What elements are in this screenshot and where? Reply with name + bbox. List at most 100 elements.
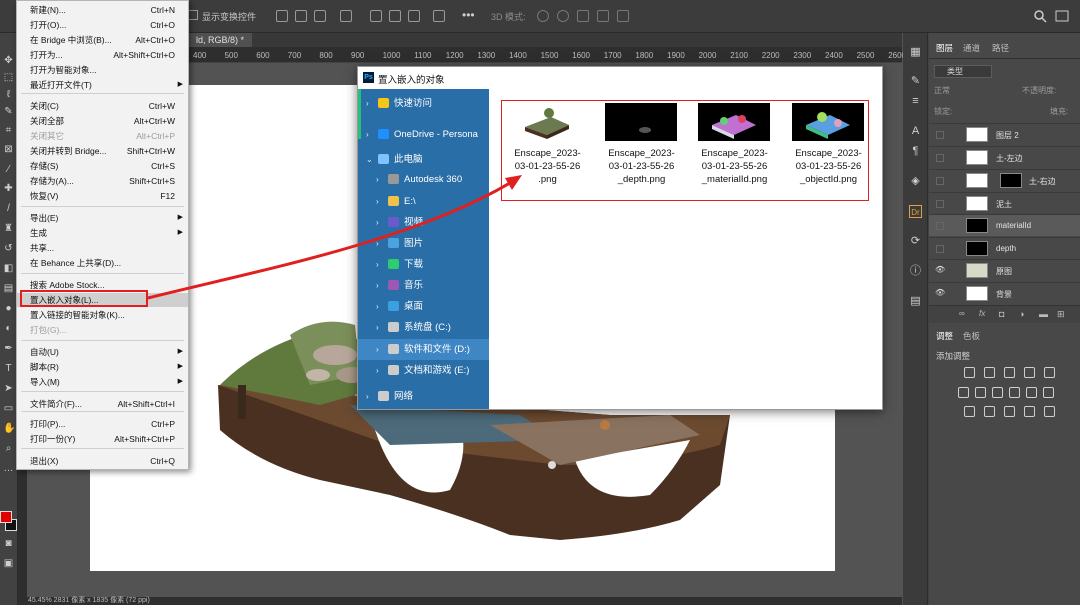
adjustment-layer-icon[interactable]: ◑ <box>1019 309 1024 319</box>
layer-row[interactable]: 泥土 <box>929 192 1080 214</box>
gradient-map-icon[interactable] <box>1024 406 1035 417</box>
layer-row[interactable]: depth <box>929 237 1080 259</box>
menu-item-20[interactable]: 打包(G)... <box>17 323 188 337</box>
slide-3d-icon[interactable] <box>597 10 609 22</box>
invert-icon[interactable] <box>964 406 975 417</box>
align-right-icon[interactable] <box>314 10 326 22</box>
distribute-middle-icon[interactable] <box>389 10 401 22</box>
history-brush-icon[interactable]: ↺ <box>3 243 14 254</box>
tab-swatches[interactable]: 色板 <box>963 330 980 342</box>
chevron-icon[interactable]: › <box>366 124 369 145</box>
crop-tool-icon[interactable]: ⌗ <box>3 125 14 136</box>
brush-settings-icon[interactable]: ✎ <box>909 75 922 88</box>
align-center-icon[interactable] <box>295 10 307 22</box>
menu-item-0[interactable]: 新建(N)... Ctrl+N <box>17 3 188 17</box>
color-lookup-icon[interactable] <box>1043 387 1054 398</box>
align-left-icon[interactable] <box>276 10 288 22</box>
zoom-tool-icon[interactable]: ⌕ <box>3 443 14 454</box>
visibility-toggle[interactable] <box>936 154 944 162</box>
menu-item-4[interactable]: 打开为智能对象... <box>17 63 188 77</box>
blend-mode-select[interactable]: 正常 <box>934 85 950 96</box>
more-options-icon[interactable]: ••• <box>462 8 475 22</box>
nav-item-8[interactable]: › 音乐 <box>358 275 489 296</box>
chevron-icon[interactable]: › <box>376 212 379 233</box>
chevron-icon[interactable]: › <box>376 360 379 381</box>
file-item[interactable]: Enscape_2023- 03-01-23-55-26 _materialId.p… <box>692 101 777 191</box>
plugin-icon[interactable]: Dr <box>909 205 922 218</box>
menu-item-24[interactable]: 文件简介(F)... Alt+Shift+Ctrl+I <box>17 397 188 411</box>
eye-icon[interactable]: 👁 <box>935 288 947 300</box>
layer-row[interactable]: 👁 背景 <box>929 282 1080 304</box>
curves-icon[interactable] <box>1004 367 1015 378</box>
menu-item-13[interactable]: 导出(E) ▶ <box>17 211 188 225</box>
menu-item-10[interactable]: 存储(S) Ctrl+S <box>17 159 188 173</box>
nav-item-1[interactable]: › OneDrive - Persona <box>358 124 489 145</box>
eraser-tool-icon[interactable]: ◧ <box>3 263 14 274</box>
nav-item-9[interactable]: › 桌面 <box>358 296 489 317</box>
brightness-icon[interactable] <box>964 367 975 378</box>
hue-saturation-icon[interactable] <box>958 387 969 398</box>
visibility-toggle[interactable] <box>936 177 944 185</box>
nav-item-7[interactable]: › 下载 <box>358 254 489 275</box>
foreground-color-swatch[interactable] <box>0 511 12 523</box>
type-tool-icon[interactable]: T <box>3 363 14 374</box>
tab-channels[interactable]: 通道 <box>963 42 980 54</box>
menu-item-26[interactable]: 打印一份(Y) Alt+Shift+Ctrl+P <box>17 432 188 446</box>
posterize-icon[interactable] <box>984 406 995 417</box>
menu-item-23[interactable]: 导入(M) ▶ <box>17 375 188 389</box>
dodge-tool-icon[interactable]: ◐ <box>3 323 14 334</box>
chevron-icon[interactable]: › <box>376 317 379 338</box>
file-item[interactable]: Enscape_2023- 03-01-23-55-26 .png <box>505 101 590 191</box>
menu-item-27[interactable]: 退出(X) Ctrl+Q <box>17 454 188 468</box>
link-icon[interactable]: ∞ <box>959 309 965 318</box>
marquee-tool-icon[interactable]: ⬚ <box>3 72 14 83</box>
menu-item-9[interactable]: 关闭并转到 Bridge... Shift+Ctrl+W <box>17 144 188 158</box>
nav-item-10[interactable]: › 系统盘 (C:) <box>358 317 489 338</box>
nav-item-6[interactable]: › 图片 <box>358 233 489 254</box>
blur-tool-icon[interactable]: ● <box>3 303 14 314</box>
scale-3d-icon[interactable] <box>617 10 629 22</box>
selective-color-icon[interactable] <box>1044 406 1055 417</box>
exposure-icon[interactable] <box>1024 367 1035 378</box>
layer-row[interactable]: 👁 原图 <box>929 259 1080 281</box>
photo-filter-icon[interactable] <box>1009 387 1020 398</box>
chevron-icon[interactable]: › <box>376 233 379 254</box>
shape-tool-icon[interactable]: ▭ <box>3 403 14 414</box>
channel-mixer-icon[interactable] <box>1026 387 1037 398</box>
drag-3d-icon[interactable] <box>577 10 589 22</box>
brush-tool-icon[interactable]: / <box>3 203 14 214</box>
distribute-bottom-icon[interactable] <box>408 10 420 22</box>
show-transform-controls-checkbox[interactable] <box>188 10 198 20</box>
frame-tool-icon[interactable]: ⊠ <box>3 144 14 155</box>
chevron-icon[interactable]: › <box>366 386 369 407</box>
distribute-left-icon[interactable] <box>433 10 445 22</box>
document-tab[interactable]: ld, RGB/8) * <box>188 33 253 47</box>
nav-item-2[interactable]: ⌄ 此电脑 <box>358 149 489 170</box>
adjustments-icon[interactable]: ≡ <box>909 95 922 108</box>
chevron-icon[interactable]: › <box>376 191 379 212</box>
edit-toolbar-icon[interactable]: … <box>3 463 14 474</box>
vibrance-icon[interactable] <box>1044 367 1055 378</box>
orbit-3d-icon[interactable] <box>537 10 549 22</box>
tab-paths[interactable]: 路径 <box>992 42 1009 54</box>
refresh-icon[interactable]: ⟳ <box>909 235 922 248</box>
menu-item-12[interactable]: 恢复(V) F12 <box>17 189 188 203</box>
visibility-toggle[interactable] <box>936 131 944 139</box>
nav-item-12[interactable]: › 文档和游戏 (E:) <box>358 360 489 381</box>
layer-row[interactable]: 土-右边 <box>929 169 1080 191</box>
paragraph-icon[interactable]: ¶ <box>909 145 922 158</box>
black-white-icon[interactable] <box>992 387 1003 398</box>
nav-item-13[interactable]: › 网络 <box>358 386 489 407</box>
file-item[interactable]: Enscape_2023- 03-01-23-55-26 _objectId.png <box>786 101 871 191</box>
chevron-icon[interactable]: › <box>376 254 379 275</box>
info-icon[interactable]: ⓘ <box>909 265 922 278</box>
hand-tool-icon[interactable]: ✋ <box>3 423 15 434</box>
fx-icon[interactable]: fx <box>979 309 985 318</box>
nav-item-0[interactable]: › 快速访问 <box>358 93 489 114</box>
align-top-icon[interactable] <box>340 10 352 22</box>
color-balance-icon[interactable] <box>975 387 986 398</box>
tab-adjustments[interactable]: 调整 <box>936 330 953 342</box>
menu-item-5[interactable]: 最近打开文件(T) ▶ <box>17 78 188 92</box>
screen-mode-icon[interactable]: ▣ <box>3 558 14 569</box>
gradient-tool-icon[interactable]: ▤ <box>3 283 14 294</box>
